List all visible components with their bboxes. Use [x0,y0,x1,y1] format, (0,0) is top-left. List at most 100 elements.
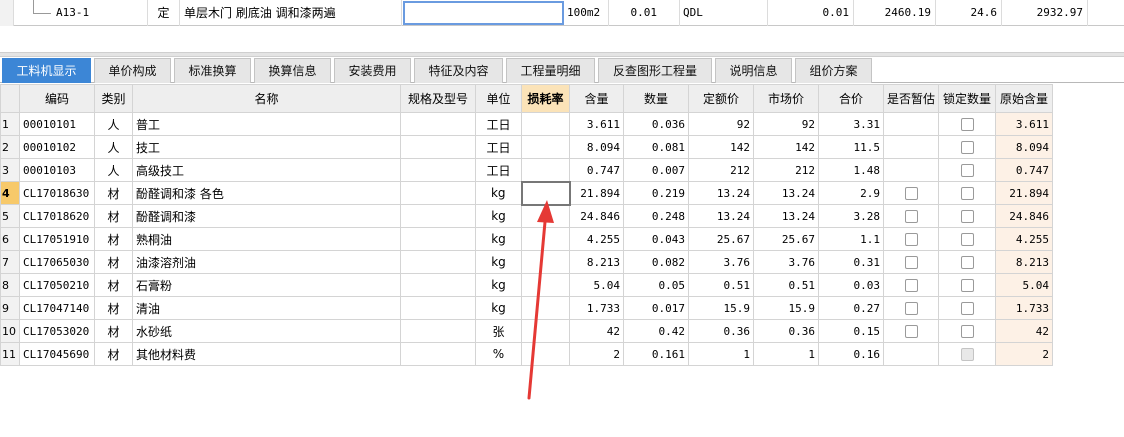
table-row[interactable]: 5 CL17018620 材酚醛调和漆 kg 24.846 0.248 13.24 13.24… [0,204,1054,228]
is-estimate-checkbox[interactable] [904,256,918,269]
is-estimate-cell[interactable] [882,250,940,274]
material-spec[interactable] [400,181,476,205]
is-estimate-cell[interactable] [882,204,940,228]
material-content[interactable]: 5.04 [569,273,624,297]
lock-quantity-cell[interactable] [938,181,997,205]
is-estimate-cell[interactable] [882,158,940,182]
is-estimate-checkbox[interactable] [904,210,918,223]
is-estimate-cell[interactable] [882,227,940,251]
material-quantity[interactable]: 0.05 [623,273,689,297]
market-price[interactable]: 13.24 [753,181,819,205]
material-code[interactable]: 00010103 [19,158,95,182]
lock-quantity-cell[interactable] [938,296,997,320]
material-category[interactable]: 人 [94,158,133,182]
material-name[interactable]: 高级技工 [132,158,401,182]
market-price[interactable]: 13.24 [753,204,819,228]
loss-rate-cell[interactable] [521,204,570,228]
column-header[interactable]: 单位 [475,84,522,113]
is-estimate-checkbox[interactable] [904,233,918,246]
lock-quantity-checkbox[interactable] [960,256,974,269]
material-quantity[interactable]: 0.082 [623,250,689,274]
loss-rate-input[interactable] [520,180,571,206]
table-row[interactable]: 3 00010103 人高级技工 工日 0.747 0.007 212 212 1.48 0.74… [0,158,1054,182]
column-header[interactable]: 原始含量 [995,84,1054,113]
tab-pricing-plan[interactable]: 组价方案 [795,58,872,83]
material-category[interactable]: 材 [94,342,133,366]
lock-quantity-cell[interactable] [938,158,997,182]
material-name[interactable]: 熟桐油 [132,227,401,251]
material-quantity[interactable]: 0.081 [623,135,689,159]
material-spec[interactable] [400,319,476,343]
material-content[interactable]: 1.733 [569,296,624,320]
is-estimate-checkbox[interactable] [904,279,918,292]
material-content[interactable]: 3.611 [569,112,624,136]
is-estimate-cell[interactable] [882,273,940,297]
material-content[interactable]: 8.094 [569,135,624,159]
lock-quantity-checkbox[interactable] [960,210,974,223]
material-code[interactable]: CL17065030 [19,250,95,274]
material-name[interactable]: 普工 [132,112,401,136]
material-unit[interactable]: kg [475,273,522,297]
column-header[interactable]: 锁定数量 [938,84,997,113]
lock-quantity-checkbox[interactable] [960,325,974,338]
material-content[interactable]: 4.255 [569,227,624,251]
column-header[interactable]: 数量 [623,84,689,113]
item-spec-input[interactable] [403,1,564,25]
material-unit[interactable]: kg [475,296,522,320]
material-name[interactable]: 其他材料费 [132,342,401,366]
tab-standard-conversion[interactable]: 标准换算 [174,58,251,83]
material-category[interactable]: 材 [94,204,133,228]
material-category[interactable]: 材 [94,181,133,205]
item-row[interactable]: A13-1 定 单层木门 刷底油 调和漆两遍 100m2 0.01 QDL 0.… [0,0,1124,26]
quota-price[interactable]: 142 [688,135,754,159]
lock-quantity-checkbox[interactable] [960,187,974,200]
material-spec[interactable] [400,250,476,274]
column-header-loss-rate[interactable]: 损耗率 [521,84,570,113]
table-row[interactable]: 1 00010101 人普工 工日 3.611 0.036 92 92 3.31 3.611 [0,112,1054,136]
material-name[interactable]: 石膏粉 [132,273,401,297]
material-quantity[interactable]: 0.043 [623,227,689,251]
material-unit[interactable]: kg [475,181,522,205]
loss-rate-cell[interactable] [521,342,570,366]
material-code[interactable]: CL17047140 [19,296,95,320]
market-price[interactable]: 0.51 [753,273,819,297]
column-header[interactable]: 名称 [132,84,401,113]
tab-conversion-info[interactable]: 换算信息 [254,58,331,83]
table-row[interactable]: 6 CL17051910 材熟桐油 kg 4.255 0.043 25.67 25.67 1.1… [0,227,1054,251]
lock-quantity-checkbox[interactable] [960,302,974,315]
table-row[interactable]: 11 CL17045690 材其他材料费% 2 0.161 1 1 0.16 2 [0,342,1054,366]
material-code[interactable]: CL17051910 [19,227,95,251]
material-category[interactable]: 材 [94,296,133,320]
loss-rate-cell[interactable] [521,158,570,182]
loss-rate-cell[interactable] [521,227,570,251]
market-price[interactable]: 3.76 [753,250,819,274]
lock-quantity-cell[interactable] [938,112,997,136]
material-code[interactable]: 00010102 [19,135,95,159]
is-estimate-checkbox[interactable] [904,187,918,200]
is-estimate-cell[interactable] [882,342,940,366]
material-category[interactable]: 材 [94,227,133,251]
material-spec[interactable] [400,296,476,320]
lock-quantity-checkbox[interactable] [960,233,974,246]
quota-price[interactable]: 3.76 [688,250,754,274]
lock-quantity-checkbox[interactable] [960,118,974,131]
material-quantity[interactable]: 0.036 [623,112,689,136]
material-category[interactable]: 材 [94,273,133,297]
is-estimate-cell[interactable] [882,296,940,320]
loss-rate-cell[interactable] [521,112,570,136]
is-estimate-cell[interactable] [882,135,940,159]
material-content[interactable]: 2 [569,342,624,366]
column-header[interactable]: 定额价 [688,84,754,113]
material-spec[interactable] [400,112,476,136]
material-content[interactable]: 21.894 [569,181,624,205]
lock-quantity-cell[interactable] [938,204,997,228]
column-header[interactable]: 含量 [569,84,624,113]
lock-quantity-cell[interactable] [938,227,997,251]
lock-quantity-cell[interactable] [938,135,997,159]
column-header[interactable]: 市场价 [753,84,819,113]
material-spec[interactable] [400,227,476,251]
table-row[interactable]: 10 CL17053020 材水砂纸张 42 0.42 0.36 0.36 0.15 42 [0,319,1054,343]
material-spec[interactable] [400,158,476,182]
material-content[interactable]: 24.846 [569,204,624,228]
material-content[interactable]: 0.747 [569,158,624,182]
